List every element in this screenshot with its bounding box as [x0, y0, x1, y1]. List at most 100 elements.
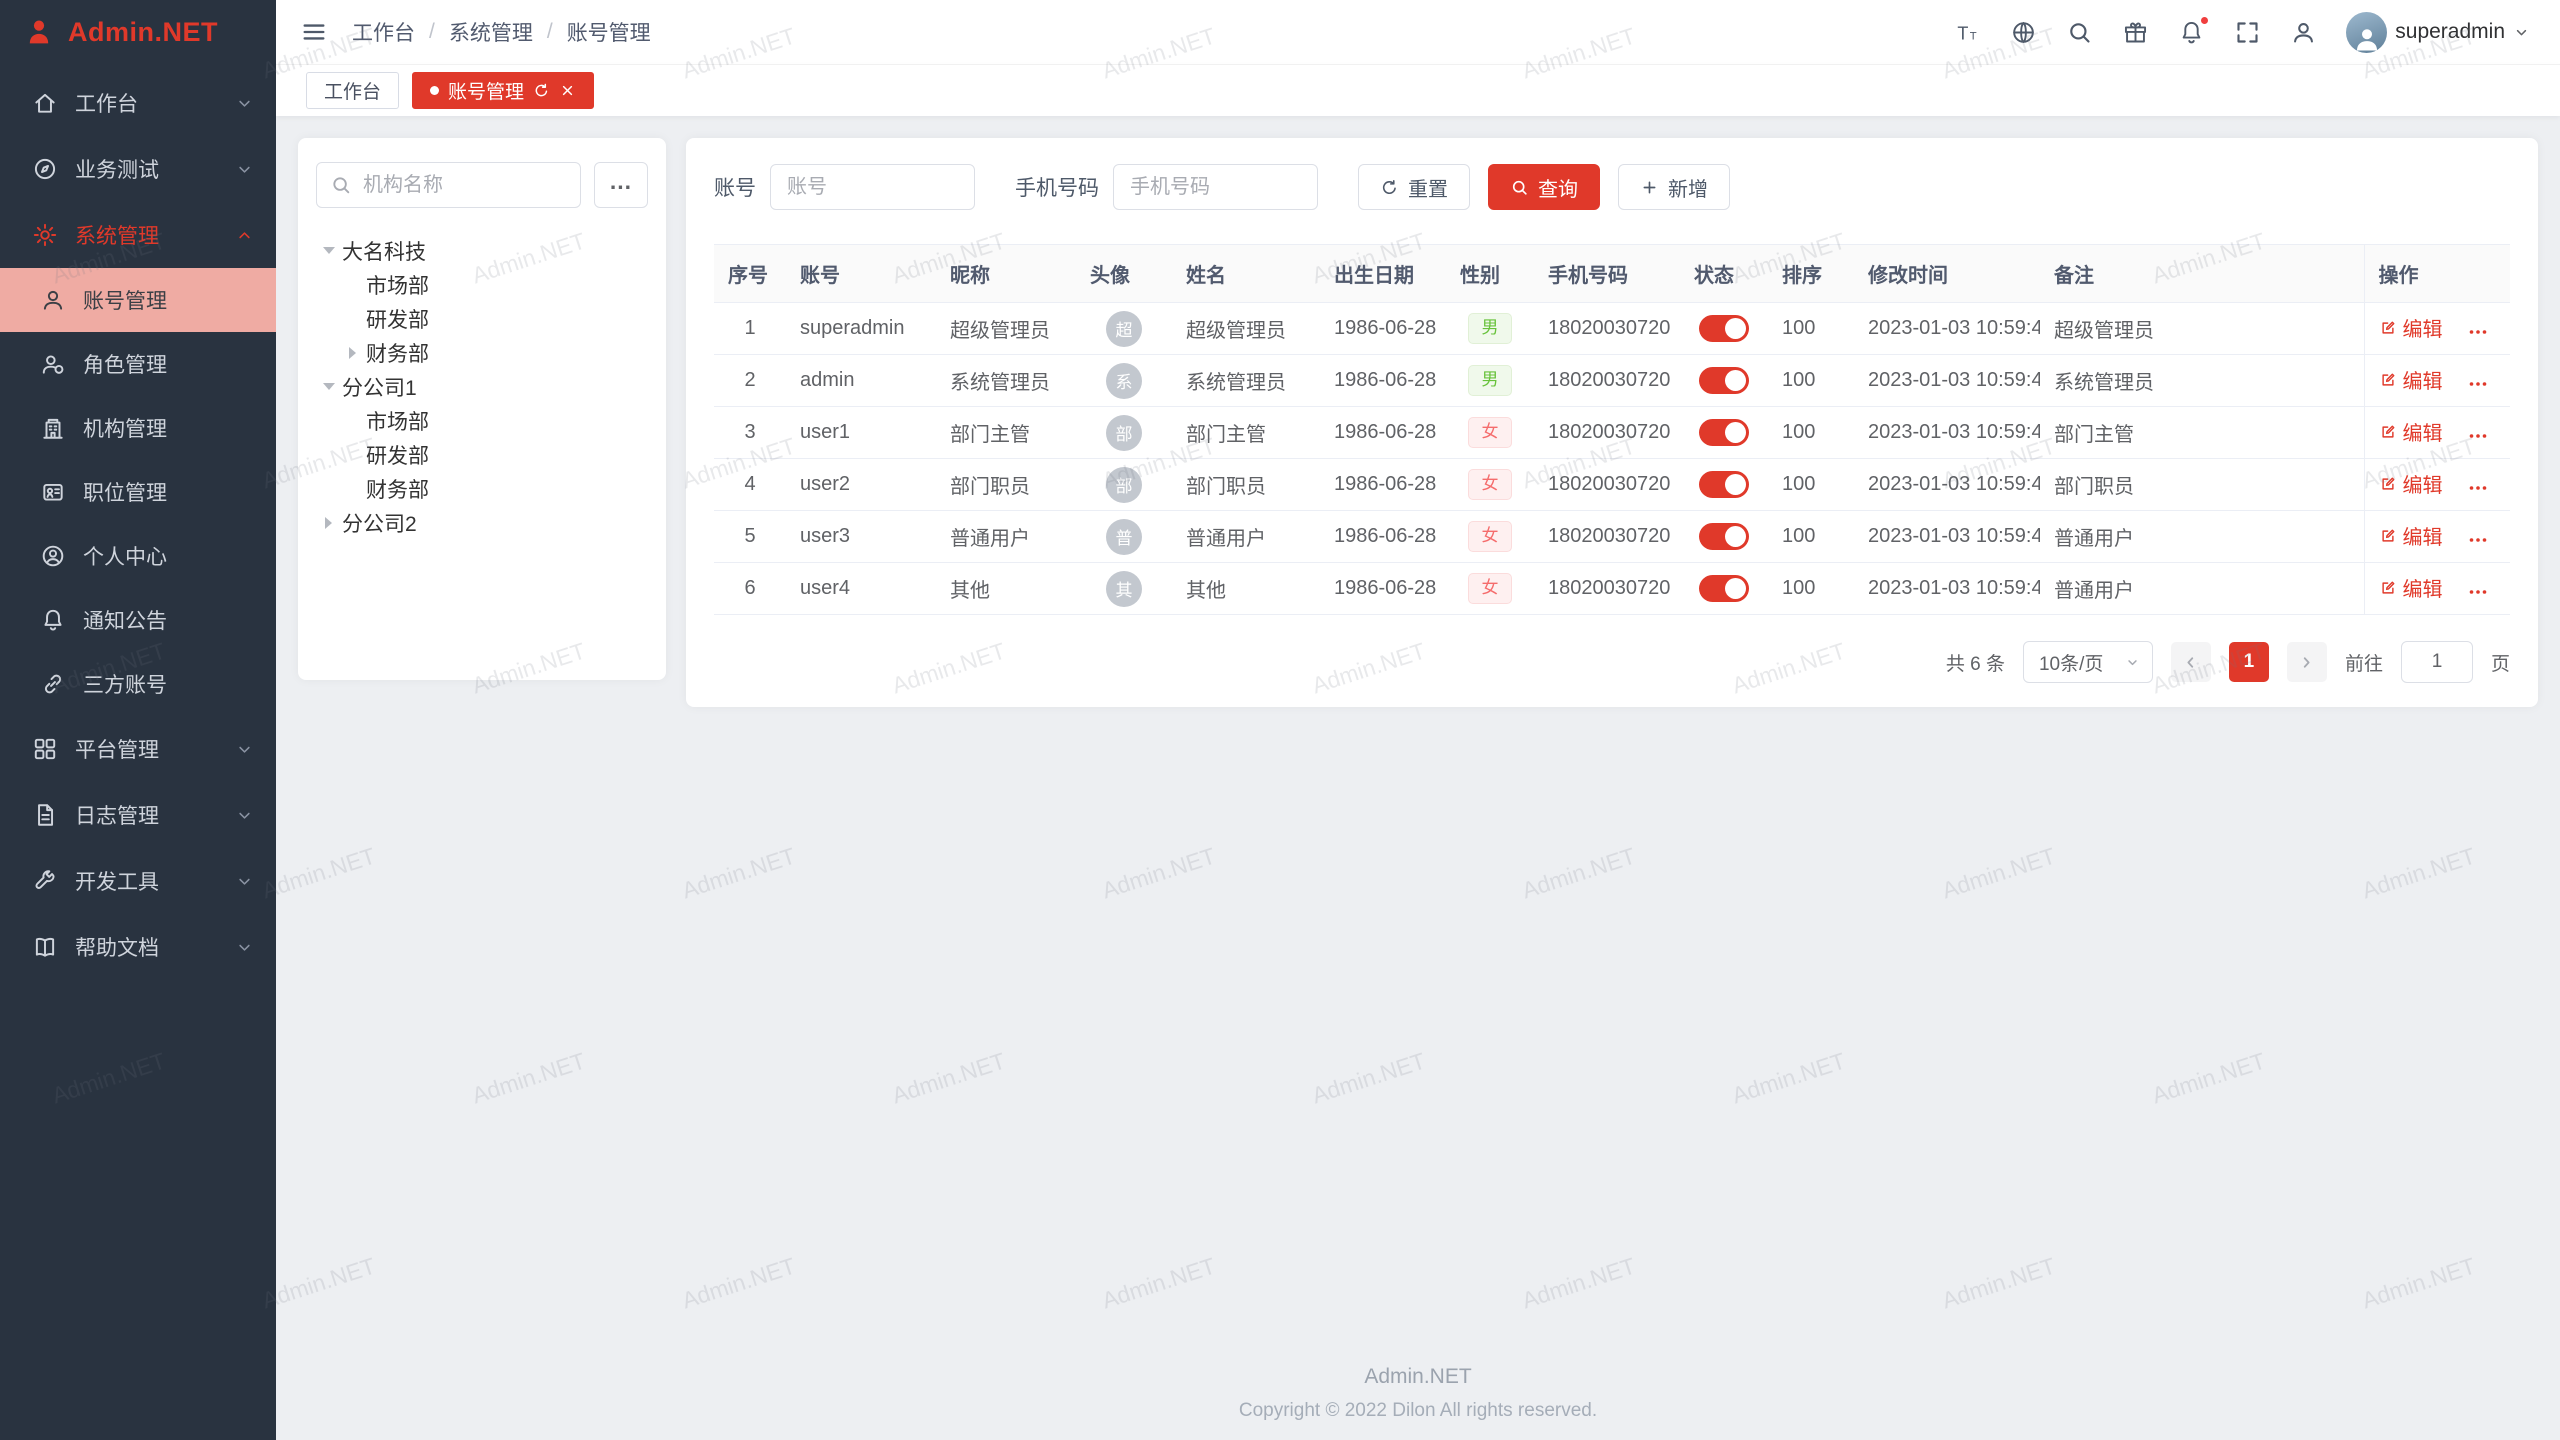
tree-node[interactable]: 分公司1 [316, 370, 648, 404]
sidebar-item-notice[interactable]: 通知公告 [0, 588, 276, 652]
tree-node[interactable]: 财务部 [316, 472, 648, 506]
edit-button[interactable]: 编辑 [2379, 365, 2443, 394]
user-icon [40, 287, 66, 313]
status-toggle[interactable] [1699, 315, 1749, 342]
status-toggle[interactable] [1699, 523, 1749, 550]
sidebar-item-role[interactable]: 角色管理 [0, 332, 276, 396]
app-logo[interactable]: Admin.NET [0, 0, 276, 64]
cell-remark: 普通用户 [2040, 563, 2364, 615]
chevron-down-icon [2513, 24, 2530, 41]
edit-button[interactable]: 编辑 [2379, 469, 2443, 498]
sidebar-item-account[interactable]: 账号管理 [0, 268, 276, 332]
search-icon[interactable] [2066, 19, 2093, 46]
tree-node[interactable]: 市场部 [316, 268, 648, 302]
edit-button[interactable]: 编辑 [2379, 573, 2443, 602]
search-button-label: 查询 [1538, 173, 1578, 202]
user-icon[interactable] [2290, 19, 2317, 46]
breadcrumb-item[interactable]: 系统管理 [449, 17, 533, 47]
user-menu[interactable]: superadmin [2346, 12, 2530, 53]
add-button[interactable]: 新增 [1618, 164, 1730, 210]
sidebar-item-business-test[interactable]: 业务测试 [0, 136, 276, 202]
cell-sort: 100 [1768, 459, 1854, 511]
cell-account: admin [786, 355, 936, 407]
search-icon [1510, 178, 1529, 197]
sidebar-item-profile[interactable]: 个人中心 [0, 524, 276, 588]
tab-account-management[interactable]: 账号管理 [412, 72, 594, 109]
cell-nickname: 普通用户 [936, 511, 1076, 563]
status-toggle[interactable] [1699, 575, 1749, 602]
more-actions-icon[interactable] [2466, 320, 2490, 344]
status-toggle[interactable] [1699, 471, 1749, 498]
more-actions-icon[interactable] [2466, 580, 2490, 604]
more-actions-icon[interactable] [2466, 528, 2490, 552]
goto-page-input[interactable] [2401, 641, 2473, 683]
more-actions-icon[interactable] [2466, 372, 2490, 396]
chevron-down-icon [2125, 655, 2140, 670]
search-button[interactable]: 查询 [1488, 164, 1600, 210]
tree-node[interactable]: 研发部 [316, 302, 648, 336]
page-size-select[interactable]: 10条/页 [2023, 641, 2153, 683]
org-more-button[interactable]: ... [594, 162, 648, 208]
breadcrumb-item[interactable]: 工作台 [352, 17, 415, 47]
sidebar-item-docs[interactable]: 帮助文档 [0, 914, 276, 980]
caret-right-icon[interactable] [340, 347, 366, 359]
chevron-right-icon [2298, 654, 2315, 671]
refresh-icon[interactable] [533, 82, 550, 99]
column-header: 性别 [1446, 245, 1534, 303]
font-size-icon[interactable]: TT [1954, 19, 1981, 46]
status-toggle[interactable] [1699, 367, 1749, 394]
tree-node[interactable]: 市场部 [316, 404, 648, 438]
reset-button[interactable]: 重置 [1358, 164, 1470, 210]
breadcrumb-item[interactable]: 账号管理 [567, 17, 651, 47]
sidebar-item-thirdparty[interactable]: 三方账号 [0, 652, 276, 716]
caret-right-icon[interactable] [316, 517, 342, 529]
notification-icon[interactable] [2178, 19, 2205, 46]
sidebar-item-position[interactable]: 职位管理 [0, 460, 276, 524]
theme-config-icon[interactable] [2122, 19, 2149, 46]
caret-down-icon[interactable] [316, 242, 342, 260]
account-filter-input[interactable] [770, 164, 975, 210]
sidebar-item-platform[interactable]: 平台管理 [0, 716, 276, 782]
fullscreen-icon[interactable] [2234, 19, 2261, 46]
edit-icon [2379, 527, 2397, 545]
sidebar-item-org[interactable]: 机构管理 [0, 396, 276, 460]
role-icon [40, 351, 66, 377]
tree-node[interactable]: 研发部 [316, 438, 648, 472]
org-search-input[interactable] [316, 162, 581, 208]
top-header: 工作台 / 系统管理 / 账号管理 TT [276, 0, 2560, 64]
sidebar-item-workbench[interactable]: 工作台 [0, 70, 276, 136]
menu-collapse-icon[interactable] [300, 18, 328, 46]
page-number-button[interactable]: 1 [2229, 642, 2269, 682]
next-page-button[interactable] [2287, 642, 2327, 682]
sidebar-item-devtools[interactable]: 开发工具 [0, 848, 276, 914]
edit-button[interactable]: 编辑 [2379, 417, 2443, 446]
edit-button[interactable]: 编辑 [2379, 521, 2443, 550]
sidebar-item-log[interactable]: 日志管理 [0, 782, 276, 848]
close-icon[interactable] [559, 82, 576, 99]
phone-filter-input[interactable] [1113, 164, 1318, 210]
page-suffix: 页 [2491, 649, 2510, 676]
content-area: ... 大名科技 市场部 研发部 [276, 116, 2560, 1365]
tree-node[interactable]: 大名科技 [316, 234, 648, 268]
cell-index: 4 [714, 459, 786, 511]
svg-text:T: T [1970, 30, 1977, 42]
tree-node-label: 财务部 [366, 474, 429, 504]
language-icon[interactable] [2010, 19, 2037, 46]
org-tree-panel: ... 大名科技 市场部 研发部 [298, 138, 666, 680]
row-avatar: 部 [1106, 467, 1142, 503]
cell-sort: 100 [1768, 563, 1854, 615]
tree-node[interactable]: 分公司2 [316, 506, 648, 540]
prev-page-button[interactable] [2171, 642, 2211, 682]
more-actions-icon[interactable] [2466, 424, 2490, 448]
tab-workbench[interactable]: 工作台 [306, 72, 399, 109]
notification-badge [2199, 15, 2210, 26]
more-actions-icon[interactable] [2466, 476, 2490, 500]
status-toggle[interactable] [1699, 419, 1749, 446]
edit-button[interactable]: 编辑 [2379, 313, 2443, 342]
link-icon [40, 671, 66, 697]
column-header: 操作 [2364, 245, 2510, 303]
cell-birthday: 1986-06-28 [1320, 511, 1446, 563]
caret-down-icon[interactable] [316, 378, 342, 396]
sidebar-item-system[interactable]: 系统管理 [0, 202, 276, 268]
tree-node[interactable]: 财务部 [316, 336, 648, 370]
